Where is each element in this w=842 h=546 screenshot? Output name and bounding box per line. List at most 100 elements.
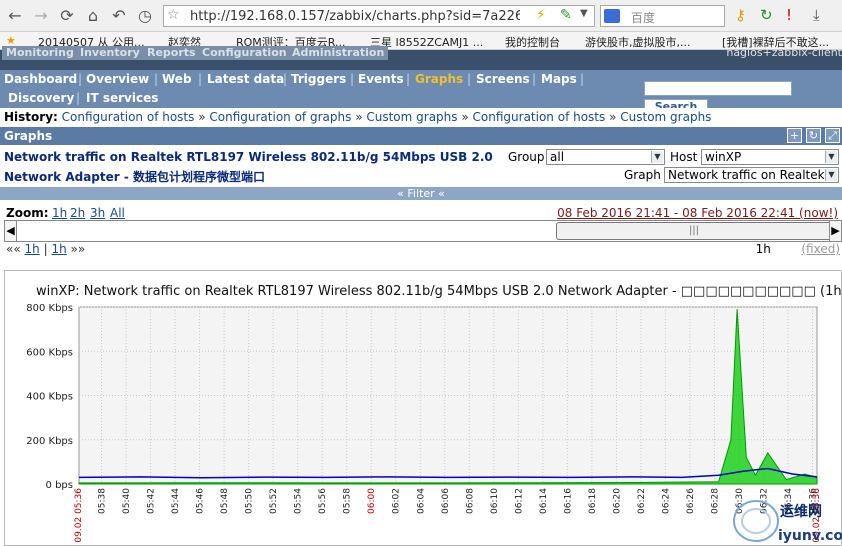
x-tick-label: 05:56 [318, 488, 328, 514]
refresh-icon[interactable]: ↻ [806, 128, 821, 143]
history-icon[interactable]: ◷ [134, 5, 156, 27]
bookmark-item[interactable]: 我的控制台 [505, 34, 560, 50]
history-link[interactable]: Configuration of graphs [209, 110, 351, 124]
search-engine-icon[interactable] [604, 9, 620, 23]
history-link[interactable]: Custom graphs [366, 110, 457, 124]
menu-overview[interactable]: Overview [86, 72, 149, 86]
back-icon[interactable]: ← [4, 5, 26, 27]
menu-discovery[interactable]: Discovery [8, 91, 74, 105]
menu-triggers[interactable]: Triggers [291, 72, 346, 86]
browser-search-box[interactable]: 百度 [600, 5, 725, 27]
x-tick-label: 05:50 [245, 488, 255, 514]
menu-separator: | [283, 72, 288, 86]
graph-selector: Network traffic on Realtek RTL8197 Wirel… [0, 145, 842, 187]
forward-icon[interactable]: → [30, 5, 52, 27]
tab-administration[interactable]: Administration [288, 46, 389, 60]
key-icon[interactable]: ⚷ [735, 6, 746, 24]
host-select[interactable]: winXP ▼ [701, 149, 839, 165]
zoom-all[interactable]: All [110, 206, 125, 220]
x-tick-label: 06:10 [490, 488, 500, 514]
group-select-value: all [550, 150, 565, 164]
site-watermark: 运维网 iyunv.com [730, 495, 842, 545]
nav-forward-icon[interactable]: »» [71, 242, 86, 256]
home-icon[interactable]: ⌂ [82, 5, 104, 27]
menu-separator: | [78, 72, 83, 86]
history-link[interactable]: Custom graphs [620, 110, 711, 124]
tab-inventory[interactable]: Inventory [76, 46, 144, 60]
translate-icon[interactable]: ↻ [760, 6, 773, 24]
x-tick-label: 05:48 [220, 488, 230, 514]
history-breadcrumb: History: Configuration of hosts » Config… [0, 108, 842, 127]
nav-back-1h[interactable]: 1h [25, 242, 40, 256]
download-icon[interactable]: ⤓ [813, 6, 820, 24]
menu-events[interactable]: Events [358, 72, 404, 86]
x-tick-label: 05:58 [343, 488, 353, 514]
traffic-chart: 800 Kbps 600 Kbps 400 Kbps 200 Kbps 0 bps 05:… [26, 303, 822, 543]
x-tick-label: 06:06 [441, 488, 451, 514]
nav-back-icon[interactable]: «« [6, 242, 21, 256]
scroll-thumb[interactable]: ||| [556, 222, 832, 240]
main-menu: Dashboard | Overview | Web | Latest data… [0, 70, 842, 115]
server-hostname: nagios+zabbix-client [726, 46, 842, 59]
x-tick-label: 06:22 [637, 488, 647, 514]
history-link[interactable]: Configuration of hosts [62, 110, 195, 124]
zoom-3h[interactable]: 3h [90, 206, 105, 220]
menu-separator: | [467, 72, 472, 86]
scroll-left-arrow[interactable]: ◀ [5, 221, 17, 241]
pin-icon[interactable]: ✎ [560, 7, 572, 23]
filter-toggle[interactable]: « Filter « [0, 187, 842, 200]
zabbix-search-input[interactable] [644, 81, 792, 96]
menu-screens[interactable]: Screens [476, 72, 530, 86]
zoom-1h[interactable]: 1h [52, 206, 67, 220]
menu-separator: | [350, 72, 355, 86]
x-tick-label: 05:44 [171, 488, 181, 514]
fixed-toggle[interactable]: (fixed) [801, 242, 840, 256]
x-tick-label: 05:54 [294, 488, 304, 514]
undo-icon[interactable]: ↶ [108, 5, 130, 27]
menu-it-services[interactable]: IT services [86, 91, 158, 105]
url-text[interactable]: http://192.168.0.157/zabbix/charts.php?s… [190, 9, 520, 24]
browser-toolbar: ← → ⟳ ⌂ ↶ ◷ ☆ http://192.168.0.157/zabbi… [0, 0, 842, 32]
tab-monitoring[interactable]: Monitoring [2, 46, 78, 60]
zoom-2h[interactable]: 2h [70, 206, 85, 220]
x-tick-label: 06:04 [416, 488, 426, 514]
period-range[interactable]: 08 Feb 2016 21:41 - 08 Feb 2016 22:41 (n… [557, 206, 838, 220]
lightning-icon[interactable]: ⚡ [536, 7, 546, 23]
history-separator: » [355, 110, 363, 124]
menu-separator: | [198, 72, 203, 86]
menu-graphs[interactable]: Graphs [415, 72, 463, 86]
url-dropdown-icon[interactable]: ▼ [580, 8, 588, 19]
menu-latest-data[interactable]: Latest data [207, 72, 284, 86]
y-tick-label: 0 bps [46, 480, 73, 491]
group-select[interactable]: all ▼ [546, 149, 665, 165]
tab-reports[interactable]: Reports [143, 46, 200, 60]
address-bar[interactable]: ☆ http://192.168.0.157/zabbix/charts.php… [163, 5, 595, 27]
x-tick-label: 05:40 [122, 488, 132, 514]
nav-separator: | [43, 242, 48, 256]
x-tick-label: 06:18 [588, 488, 598, 514]
x-tick-label: 05:46 [196, 488, 206, 514]
notify-icon[interactable]: ! [786, 6, 792, 24]
host-select-value: winXP [705, 150, 742, 164]
menu-web[interactable]: Web [162, 72, 192, 86]
graph-label: Graph [624, 168, 661, 182]
menu-maps[interactable]: Maps [541, 72, 577, 86]
scroll-right-arrow[interactable]: ▶ [829, 221, 841, 241]
tab-configuration[interactable]: Configuration [198, 46, 291, 60]
bookmark-star-icon[interactable]: ☆ [167, 7, 180, 23]
history-label: History: [4, 110, 58, 124]
graph-select[interactable]: Network traffic on Realtek R ▼ [664, 167, 839, 183]
menu-separator: | [154, 72, 159, 86]
history-link[interactable]: Configuration of hosts [473, 110, 606, 124]
fullscreen-icon[interactable]: ⤢ [825, 128, 840, 143]
bookmark-item[interactable]: 游侠股市,虚拟股市,... [585, 34, 690, 50]
section-header: Graphs + ↻ ⤢ [0, 127, 842, 145]
menu-dashboard[interactable]: Dashboard [4, 72, 77, 86]
add-favourite-icon[interactable]: + [787, 128, 802, 143]
timeline-scrollbar[interactable]: ◀ ||| ▶ [4, 220, 842, 242]
chevron-down-icon: ▼ [651, 151, 663, 163]
reload-icon[interactable]: ⟳ [56, 5, 78, 27]
chevron-down-icon: ▼ [825, 169, 837, 181]
nav-forward-1h[interactable]: 1h [51, 242, 66, 256]
x-tick-label: 06:16 [563, 488, 573, 514]
